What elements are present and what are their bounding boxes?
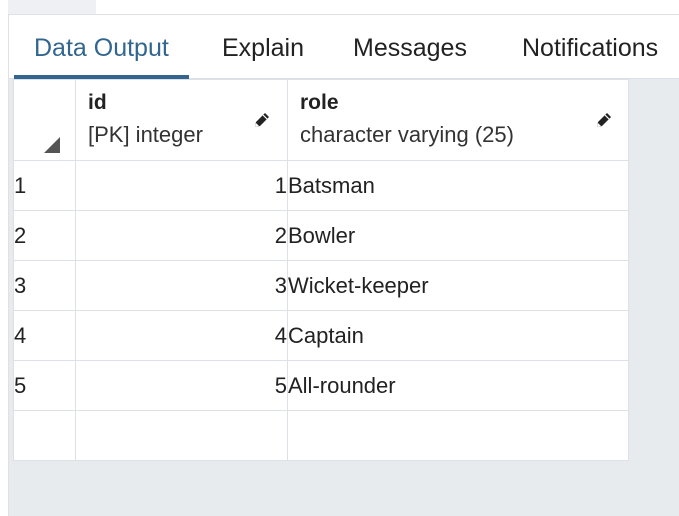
cell-role[interactable]: Captain <box>287 310 629 361</box>
table-row[interactable]: 2 2 Bowler <box>13 210 629 261</box>
cell-role[interactable]: Bowler <box>287 210 629 261</box>
column-header-id[interactable]: id [PK] integer <box>75 79 288 161</box>
row-number[interactable]: 4 <box>13 310 76 361</box>
row-number[interactable]: 1 <box>13 160 76 211</box>
pencil-icon[interactable] <box>252 110 272 130</box>
column-name: id <box>88 91 107 114</box>
cell-id[interactable]: 3 <box>75 260 288 311</box>
query-results-panel: Data Output Explain Messages Notificatio… <box>8 14 679 516</box>
cell-id[interactable]: 2 <box>75 210 288 261</box>
table-row[interactable]: 1 1 Batsman <box>13 160 629 211</box>
cell-id[interactable]: 4 <box>75 310 288 361</box>
row-number-empty[interactable] <box>13 410 76 461</box>
tab-messages[interactable]: Messages <box>333 15 487 78</box>
corner-triangle-icon <box>44 137 60 153</box>
results-tab-bar: Data Output Explain Messages Notificatio… <box>9 15 679 79</box>
cell-role[interactable]: All-rounder <box>287 360 629 411</box>
column-name: role <box>300 91 339 114</box>
cell-id-empty[interactable] <box>75 410 288 461</box>
row-number[interactable]: 3 <box>13 260 76 311</box>
cell-role[interactable]: Batsman <box>287 160 629 211</box>
pencil-icon[interactable] <box>594 110 614 130</box>
column-type: character varying (25) <box>300 122 514 147</box>
data-grid-area: id [PK] integer role character varying (… <box>9 79 679 516</box>
cell-id[interactable]: 1 <box>75 160 288 211</box>
tab-notifications[interactable]: Notifications <box>502 15 678 78</box>
table-row[interactable]: 3 3 Wicket-keeper <box>13 260 629 311</box>
cell-role-empty[interactable] <box>287 410 629 461</box>
cell-role[interactable]: Wicket-keeper <box>287 260 629 311</box>
top-strip <box>8 0 96 14</box>
select-all-corner[interactable] <box>13 79 76 161</box>
row-number[interactable]: 5 <box>13 360 76 411</box>
table-row[interactable]: 4 4 Captain <box>13 310 629 361</box>
column-header-role[interactable]: role character varying (25) <box>287 79 629 161</box>
data-grid: id [PK] integer role character varying (… <box>13 79 629 461</box>
tab-explain[interactable]: Explain <box>202 15 324 78</box>
cell-id[interactable]: 5 <box>75 360 288 411</box>
table-row[interactable]: 5 5 All-rounder <box>13 360 629 411</box>
row-number[interactable]: 2 <box>13 210 76 261</box>
new-row-placeholder[interactable] <box>13 410 629 461</box>
grid-header-row: id [PK] integer role character varying (… <box>13 79 629 161</box>
column-type: [PK] integer <box>88 122 203 147</box>
tab-data-output[interactable]: Data Output <box>14 15 189 79</box>
